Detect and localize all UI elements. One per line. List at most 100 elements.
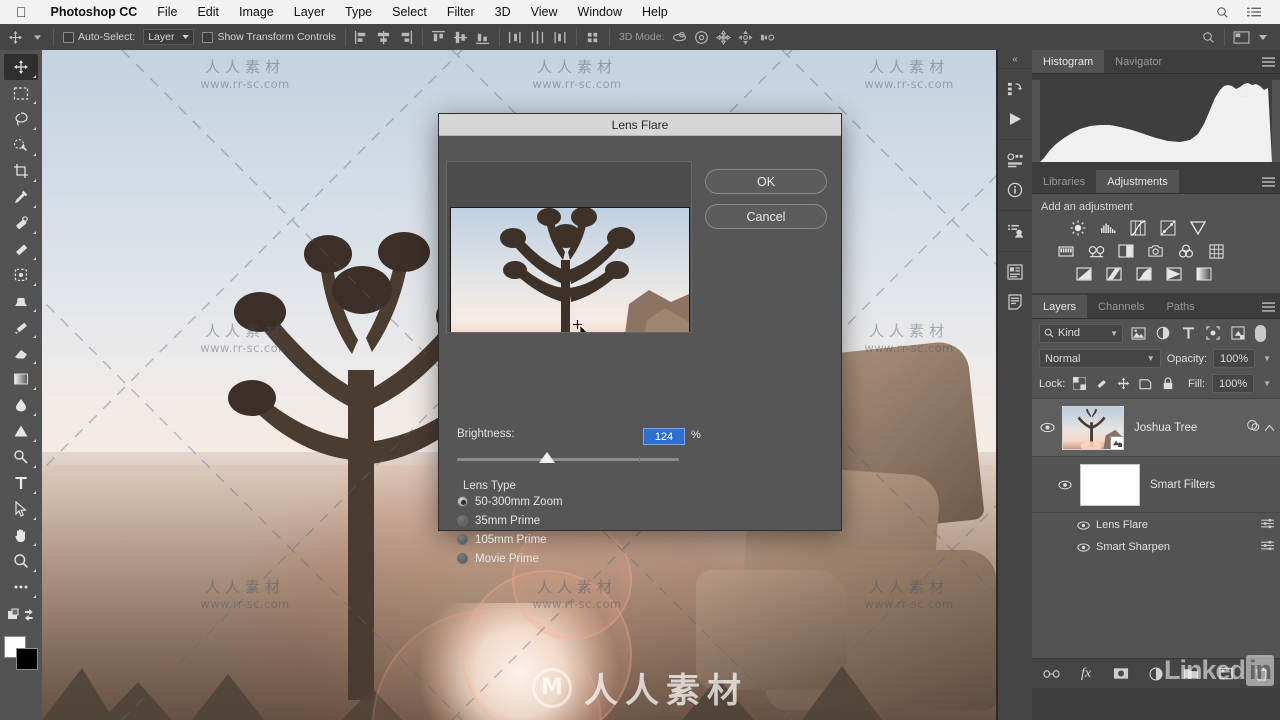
- 3d-orbit-icon[interactable]: [668, 26, 690, 48]
- brush-tool[interactable]: [4, 236, 38, 262]
- align-bottom-edges-icon[interactable]: [472, 26, 494, 48]
- hue-saturation-icon[interactable]: [1056, 242, 1076, 260]
- histogram-graph[interactable]: ⚠: [1040, 80, 1272, 162]
- lock-transparent-pixels-icon[interactable]: [1072, 376, 1087, 391]
- dodge-tool[interactable]: [4, 418, 38, 444]
- clone-stamp-tool[interactable]: [4, 288, 38, 314]
- panel-menu-icon[interactable]: [1256, 50, 1280, 73]
- info-panel-icon[interactable]: [998, 175, 1032, 205]
- lens-type-option-movie-prime[interactable]: Movie Prime: [457, 551, 563, 566]
- crop-tool[interactable]: [4, 158, 38, 184]
- layer-visibility-icon[interactable]: [1038, 422, 1056, 433]
- filter-settings-icon[interactable]: [1261, 540, 1274, 554]
- lens-type-option-50-300mm-zoom[interactable]: 50-300mm Zoom: [457, 494, 563, 509]
- workspace-switcher-icon[interactable]: [1230, 26, 1252, 48]
- menu-list-icon[interactable]: [1238, 6, 1270, 18]
- hand-tool[interactable]: [4, 522, 38, 548]
- 3d-scale-icon[interactable]: [756, 26, 778, 48]
- tab-channels[interactable]: Channels: [1087, 295, 1156, 318]
- path-selection-tool[interactable]: [4, 496, 38, 522]
- lens-flare-preview-container[interactable]: [446, 161, 692, 333]
- collapse-chevron-icon[interactable]: [1264, 419, 1275, 437]
- auto-select-checkbox[interactable]: Auto-Select:: [59, 24, 139, 50]
- radio-button[interactable]: [457, 534, 468, 545]
- move-tool-icon[interactable]: [4, 26, 26, 48]
- history-panel-icon[interactable]: [998, 74, 1032, 104]
- menu-item-photoshop[interactable]: Photoshop CC: [41, 5, 148, 19]
- opacity-chevron-icon[interactable]: ▼: [1261, 354, 1273, 363]
- opacity-value-field[interactable]: 100%: [1213, 349, 1256, 368]
- eraser-tool[interactable]: [4, 340, 38, 366]
- menu-item-layer[interactable]: Layer: [284, 5, 335, 19]
- show-transform-checkbox-box[interactable]: [202, 31, 214, 43]
- brightness-input[interactable]: 124: [643, 428, 685, 445]
- menu-item-help[interactable]: Help: [632, 5, 678, 19]
- tab-adjustments[interactable]: Adjustments: [1096, 170, 1179, 193]
- patch-tool[interactable]: [4, 262, 38, 288]
- lock-artboard-icon[interactable]: [1138, 376, 1153, 391]
- properties-panel-icon[interactable]: [998, 145, 1032, 175]
- search-icon[interactable]: [1207, 6, 1238, 19]
- exposure-icon[interactable]: [1158, 219, 1178, 237]
- smart-filter-smart-sharpen[interactable]: Smart Sharpen: [1032, 538, 1280, 556]
- photo-filter-icon[interactable]: [1146, 242, 1166, 260]
- 3d-roll-icon[interactable]: [690, 26, 712, 48]
- filter-adjustment-icon[interactable]: [1153, 323, 1173, 343]
- lens-flare-dialog[interactable]: Lens Flare OK Cancel Brightness: 124 % L…: [438, 113, 842, 565]
- brightness-slider-track[interactable]: [457, 458, 679, 461]
- radio-button[interactable]: [457, 515, 468, 526]
- paragraph-styles-panel-icon[interactable]: [998, 257, 1032, 287]
- tab-libraries[interactable]: Libraries: [1032, 170, 1097, 193]
- search-icon[interactable]: [1197, 26, 1219, 48]
- notes-panel-icon[interactable]: [998, 287, 1032, 317]
- horizontal-type-tool[interactable]: [4, 470, 38, 496]
- layer-style-fx-icon[interactable]: fx: [1077, 665, 1095, 683]
- filter-settings-icon[interactable]: [1261, 518, 1274, 532]
- smart-filter-visibility-icon[interactable]: [1076, 520, 1090, 530]
- fill-chevron-icon[interactable]: ▼: [1261, 379, 1273, 388]
- smart-filter-name-smart-sharpen[interactable]: Smart Sharpen: [1096, 541, 1170, 553]
- distribute-left-icon[interactable]: [505, 26, 527, 48]
- quick-selection-tool[interactable]: [4, 132, 38, 158]
- menu-item-filter[interactable]: Filter: [437, 5, 485, 19]
- threshold-icon[interactable]: [1134, 265, 1154, 283]
- filter-smart-object-icon[interactable]: [1228, 323, 1248, 343]
- layer-thumbnail-joshua-tree[interactable]: [1062, 405, 1124, 450]
- panel-menu-icon[interactable]: [1256, 170, 1280, 193]
- ok-button[interactable]: OK: [705, 169, 827, 194]
- actions-panel-icon[interactable]: [998, 104, 1032, 134]
- curves-icon[interactable]: [1128, 219, 1148, 237]
- 3d-pan-icon[interactable]: [712, 26, 734, 48]
- new-group-icon[interactable]: [1182, 665, 1200, 683]
- smart-filter-lens-flare[interactable]: Lens Flare: [1032, 516, 1280, 534]
- menu-item-select[interactable]: Select: [382, 5, 437, 19]
- color-lookup-icon[interactable]: [1206, 242, 1226, 260]
- 3d-slide-icon[interactable]: [734, 26, 756, 48]
- quick-mask-tool[interactable]: [4, 602, 38, 628]
- character-styles-panel-icon[interactable]: [998, 216, 1032, 246]
- distribute-right-icon[interactable]: [549, 26, 571, 48]
- smart-filter-name-lens-flare[interactable]: Lens Flare: [1096, 519, 1148, 531]
- smart-filters-visibility-icon[interactable]: [1056, 480, 1074, 490]
- new-layer-icon[interactable]: [1217, 665, 1235, 683]
- filter-shape-icon[interactable]: [1203, 323, 1223, 343]
- radio-button[interactable]: [457, 553, 468, 564]
- filter-enable-toggle[interactable]: [1255, 324, 1266, 342]
- gradient-map-icon[interactable]: [1194, 265, 1214, 283]
- align-vertical-centers-icon[interactable]: [450, 26, 472, 48]
- eyedropper-tool[interactable]: [4, 184, 38, 210]
- gradient-tool[interactable]: [4, 366, 38, 392]
- align-top-edges-icon[interactable]: [428, 26, 450, 48]
- menu-item-file[interactable]: File: [147, 5, 187, 19]
- selective-color-icon[interactable]: [1164, 265, 1184, 283]
- channel-mixer-icon[interactable]: [1176, 242, 1196, 260]
- tab-histogram[interactable]: Histogram: [1032, 50, 1105, 73]
- auto-select-checkbox-box[interactable]: [63, 31, 74, 43]
- cancel-button[interactable]: Cancel: [705, 204, 827, 229]
- brightness-slider[interactable]: [457, 452, 679, 466]
- lock-all-icon[interactable]: [1160, 376, 1175, 391]
- tab-layers[interactable]: Layers: [1032, 295, 1088, 318]
- pen-tool[interactable]: [4, 444, 38, 470]
- show-transform-controls-checkbox[interactable]: Show Transform Controls: [198, 24, 339, 50]
- filter-pixel-icon[interactable]: [1128, 323, 1148, 343]
